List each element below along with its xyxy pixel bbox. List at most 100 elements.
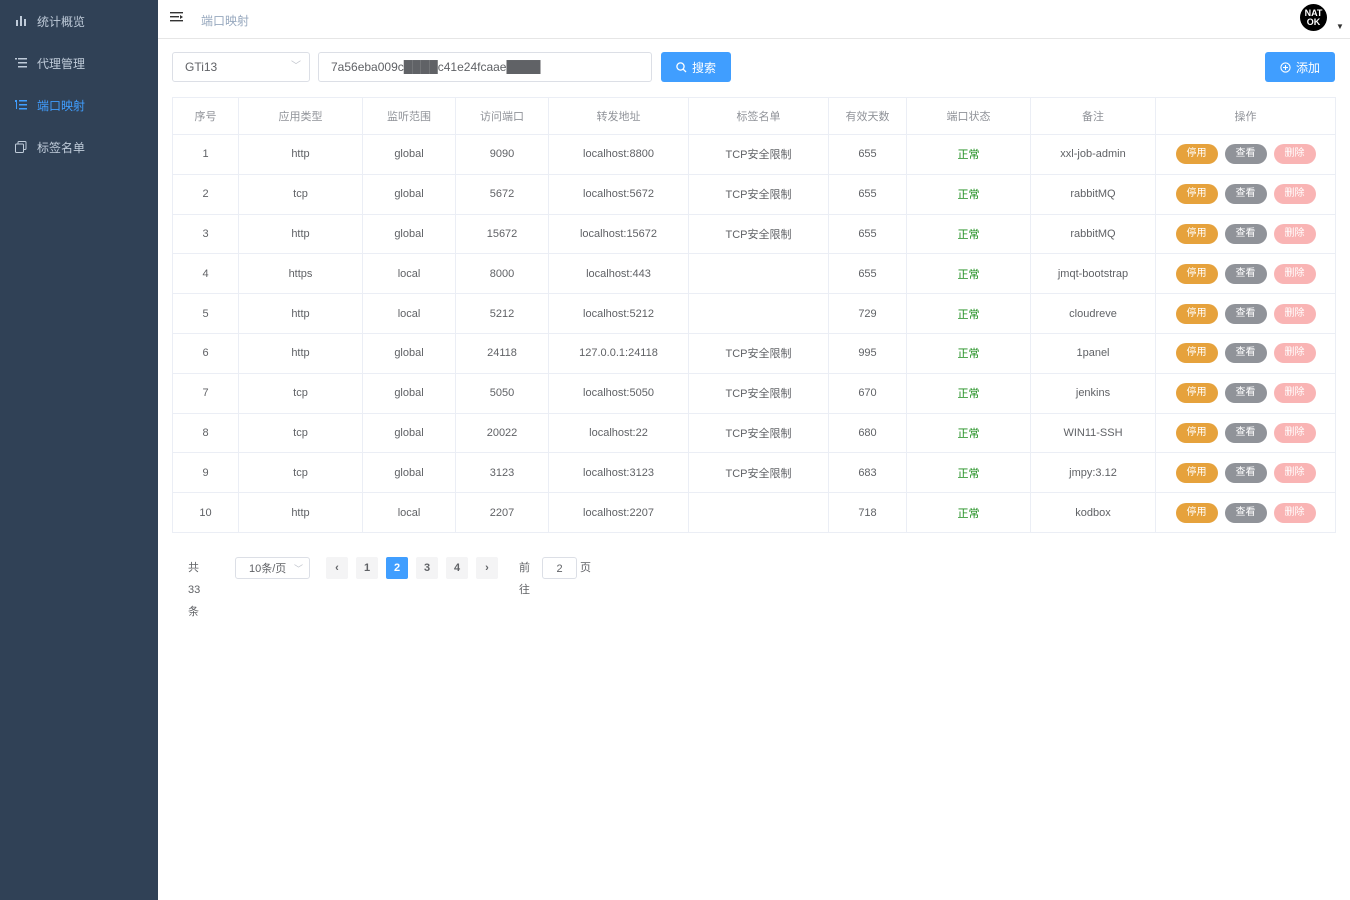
chevron-down-icon: ﹀ xyxy=(291,61,301,72)
table-cell: http xyxy=(238,214,363,255)
table-cell: kodbox xyxy=(1030,492,1156,533)
table-cell: http xyxy=(238,492,363,533)
goto-page-input[interactable]: 2 xyxy=(542,557,577,579)
table-cell-actions: 停用 查看 删除 xyxy=(1155,413,1336,454)
search-input[interactable] xyxy=(318,52,652,82)
delete-button[interactable]: 删除 xyxy=(1273,462,1316,483)
table-cell: tcp xyxy=(238,174,363,215)
table-cell: TCP安全限制 xyxy=(688,413,829,454)
view-button[interactable]: 查看 xyxy=(1224,383,1267,404)
table-cell: TCP安全限制 xyxy=(688,214,829,255)
delete-button[interactable]: 删除 xyxy=(1273,184,1316,205)
table-cell: 718 xyxy=(828,492,907,533)
table-cell: 10 xyxy=(172,492,239,533)
table-cell: 正常 xyxy=(906,293,1031,334)
table-cell: 9 xyxy=(172,452,239,494)
table-cell-actions: 停用 查看 删除 xyxy=(1155,174,1336,215)
table-cell: 8 xyxy=(172,413,239,454)
stop-button[interactable]: 停用 xyxy=(1175,184,1218,205)
table-cell: local xyxy=(362,253,456,295)
table-row: 10 http local 2207 localhost:2207 718 正常 kodbox… xyxy=(172,492,1336,533)
stop-button[interactable]: 停用 xyxy=(1175,343,1218,364)
table-cell: global xyxy=(362,134,456,175)
stop-button[interactable]: 停用 xyxy=(1175,223,1218,244)
table-cell-actions: 停用 查看 删除 xyxy=(1155,134,1336,175)
table-cell: 5 xyxy=(172,293,239,334)
stop-button[interactable]: 停用 xyxy=(1175,462,1218,483)
table-cell: jmqt-bootstrap xyxy=(1030,253,1156,295)
delete-button[interactable]: 删除 xyxy=(1273,263,1316,284)
page-button[interactable]: 3 xyxy=(416,557,438,579)
delete-button[interactable]: 删除 xyxy=(1273,422,1316,443)
view-button[interactable]: 查看 xyxy=(1224,184,1267,205)
search-button[interactable]: 搜索 xyxy=(661,52,731,82)
table-cell: 655 xyxy=(828,134,907,175)
stop-button[interactable]: 停用 xyxy=(1175,303,1218,324)
delete-button[interactable]: 删除 xyxy=(1273,303,1316,324)
view-button[interactable]: 查看 xyxy=(1224,303,1267,324)
table-cell: 2 xyxy=(172,174,239,215)
delete-button[interactable]: 删除 xyxy=(1273,383,1316,404)
table-row: 5 http local 5212 localhost:5212 729 正常 cloudre… xyxy=(172,293,1336,334)
table-cell: 正常 xyxy=(906,174,1031,215)
stop-button[interactable]: 停用 xyxy=(1175,502,1218,523)
view-button[interactable]: 查看 xyxy=(1224,502,1267,523)
table-cell xyxy=(688,253,829,295)
table-cell: 1panel xyxy=(1030,333,1156,374)
delete-button[interactable]: 删除 xyxy=(1273,502,1316,523)
view-button[interactable]: 查看 xyxy=(1224,263,1267,284)
table-cell-actions: 停用 查看 删除 xyxy=(1155,333,1336,374)
table-cell: TCP安全限制 xyxy=(688,373,829,414)
next-page-button[interactable]: › xyxy=(476,557,498,579)
avatar[interactable]: NAT OK xyxy=(1300,4,1327,31)
page-size-select[interactable]: 10条/页 ﹀ xyxy=(235,557,310,579)
table-cell: global xyxy=(362,174,456,215)
sidebar-item-port-mapping[interactable]: 端口映射 xyxy=(0,84,158,126)
table-cell: localhost:8800 xyxy=(548,134,689,175)
view-button[interactable]: 查看 xyxy=(1224,144,1267,165)
table-row: 7 tcp global 5050 localhost:5050 TCP安全限制 670 正常… xyxy=(172,373,1336,414)
table-cell-actions: 停用 查看 删除 xyxy=(1155,253,1336,295)
stop-button[interactable]: 停用 xyxy=(1175,383,1218,404)
sidebar-item-overview[interactable]: 统计概览 xyxy=(0,0,158,42)
table-cell: 1 xyxy=(172,134,239,175)
table-cell: 20022 xyxy=(455,413,549,454)
table-cell: cloudreve xyxy=(1030,293,1156,334)
table-cell-actions: 停用 查看 删除 xyxy=(1155,373,1336,414)
table-cell: 24118 xyxy=(455,333,549,374)
page-button[interactable]: 2 xyxy=(386,557,408,579)
table-cell: global xyxy=(362,413,456,454)
column-header: 转发地址 xyxy=(548,97,689,135)
table-row: 4 https local 8000 localhost:443 655 正常 jmqt-bo… xyxy=(172,253,1336,295)
client-select[interactable]: GTi13 ﹀ xyxy=(172,52,310,82)
page-button[interactable]: 4 xyxy=(446,557,468,579)
sidebar-item-proxy[interactable]: 代理管理 xyxy=(0,42,158,84)
page-button[interactable]: 1 xyxy=(356,557,378,579)
column-header: 有效天数 xyxy=(828,97,907,135)
stop-button[interactable]: 停用 xyxy=(1175,263,1218,284)
table-cell: http xyxy=(238,293,363,334)
bar-chart-icon xyxy=(14,14,28,28)
view-button[interactable]: 查看 xyxy=(1224,462,1267,483)
delete-button[interactable]: 删除 xyxy=(1273,223,1316,244)
view-button[interactable]: 查看 xyxy=(1224,422,1267,443)
table-cell: global xyxy=(362,452,456,494)
caret-down-icon[interactable]: ▼ xyxy=(1336,22,1344,31)
view-button[interactable]: 查看 xyxy=(1224,223,1267,244)
view-button[interactable]: 查看 xyxy=(1224,343,1267,364)
stop-button[interactable]: 停用 xyxy=(1175,422,1218,443)
stop-button[interactable]: 停用 xyxy=(1175,144,1218,165)
prev-page-button[interactable]: ‹ xyxy=(326,557,348,579)
table-row: 2 tcp global 5672 localhost:5672 TCP安全限制 655 正常… xyxy=(172,174,1336,215)
add-button-label: 添加 xyxy=(1295,60,1320,75)
table-cell: https xyxy=(238,253,363,295)
delete-button[interactable]: 删除 xyxy=(1273,343,1316,364)
hamburger-icon[interactable] xyxy=(170,11,184,25)
table-cell: 正常 xyxy=(906,253,1031,295)
delete-button[interactable]: 删除 xyxy=(1273,144,1316,165)
table-cell-actions: 停用 查看 删除 xyxy=(1155,452,1336,494)
sidebar-item-tag-list[interactable]: 标签名单 xyxy=(0,126,158,168)
add-button[interactable]: 添加 xyxy=(1265,52,1335,82)
table-cell: 8000 xyxy=(455,253,549,295)
column-header: 监听范围 xyxy=(362,97,456,135)
